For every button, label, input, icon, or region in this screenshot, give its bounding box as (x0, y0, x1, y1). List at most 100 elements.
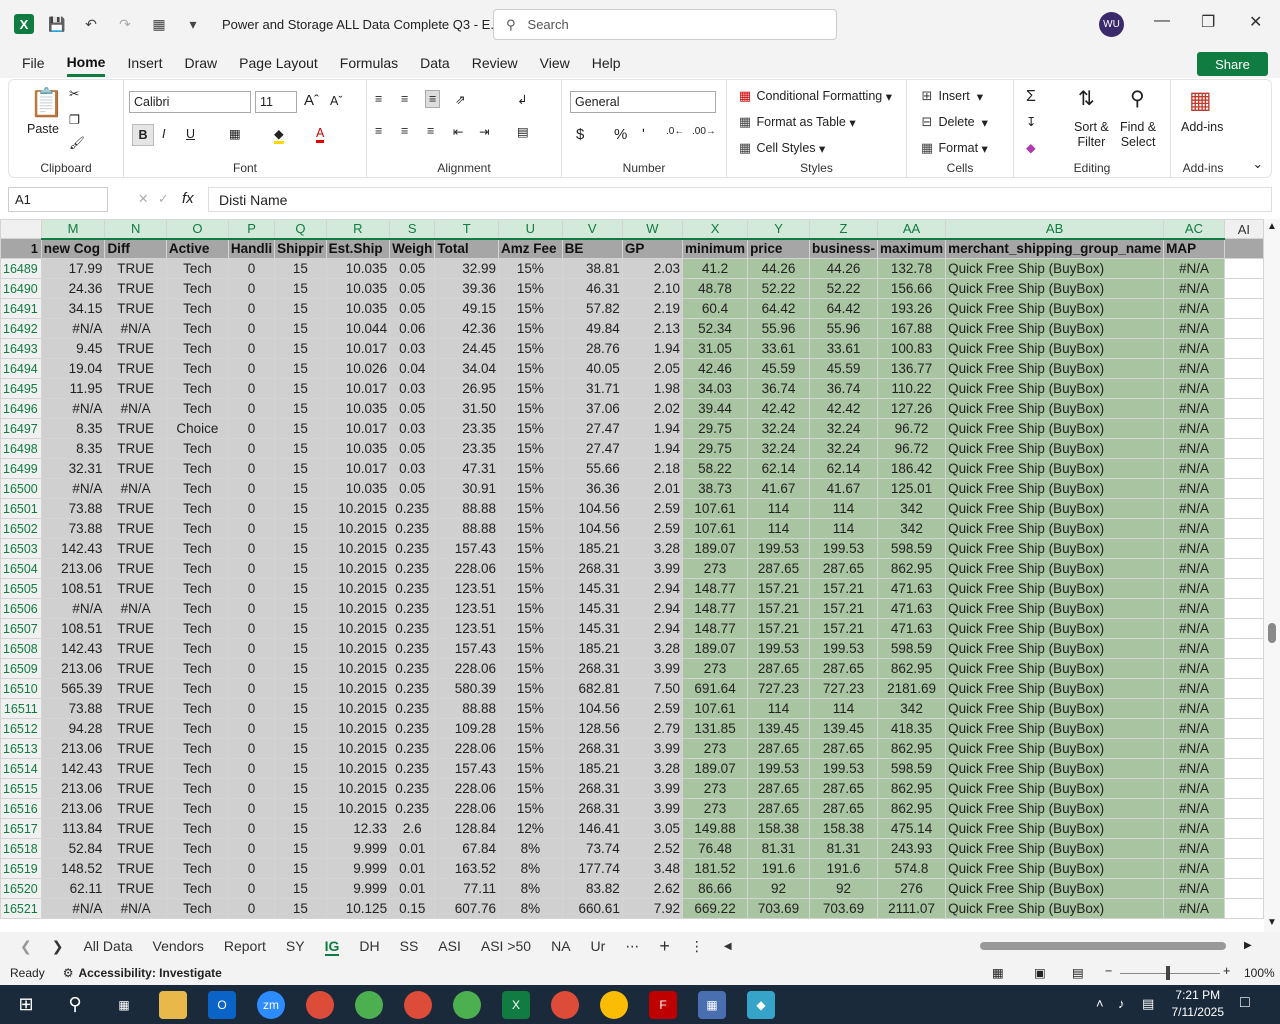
cell-new-cog[interactable]: #N/A (40, 398, 106, 419)
cell-business-price[interactable]: 62.14 (809, 458, 879, 479)
enter-icon[interactable]: ✓ (158, 191, 168, 206)
cell-est-ship[interactable]: 10.2015 (325, 798, 391, 819)
cell-handling[interactable]: 0 (227, 358, 276, 379)
orientation-icon[interactable]: ⇗ (455, 92, 465, 107)
cell-empty[interactable] (1223, 438, 1264, 459)
cell-merchant-shipping-group[interactable]: Quick Free Ship (BuyBox) (945, 758, 1165, 779)
cell-weight[interactable]: 0.04 (389, 358, 436, 379)
cell-minimum[interactable]: 181.52 (682, 858, 749, 879)
cell-amz-fee[interactable]: 15% (498, 778, 563, 799)
cell-be[interactable]: 46.31 (561, 278, 623, 299)
cell-diff[interactable]: TRUE (104, 858, 167, 879)
cell-price[interactable]: 114 (747, 518, 811, 539)
cell-minimum[interactable]: 41.2 (682, 258, 749, 279)
align-top-icon[interactable]: ≡ (375, 92, 382, 106)
cell-be[interactable]: 40.05 (561, 358, 623, 379)
cell-diff[interactable]: TRUE (104, 638, 167, 659)
cell-minimum[interactable]: 148.77 (682, 598, 749, 619)
cell-business-price[interactable]: 157.21 (809, 598, 879, 619)
zoom-slider[interactable] (1120, 973, 1220, 974)
scroll-down-icon[interactable]: ▼ (1267, 917, 1277, 928)
save-icon[interactable]: 💾 (46, 13, 68, 35)
cell-maximum[interactable]: 125.01 (877, 478, 947, 499)
scroll-up-icon[interactable]: ▲ (1267, 221, 1277, 232)
cell-weight[interactable]: 0.01 (389, 878, 436, 899)
cell-business-price[interactable]: 45.59 (809, 358, 879, 379)
cell-minimum[interactable]: 48.78 (682, 278, 749, 299)
cell-minimum[interactable]: 39.44 (682, 398, 749, 419)
cut-icon[interactable]: ✂ (69, 86, 79, 101)
cell-shipping[interactable]: 15 (274, 858, 327, 879)
cell-maximum[interactable]: 167.88 (877, 318, 947, 339)
bold-icon[interactable]: B (132, 124, 154, 146)
collapse-ribbon-icon[interactable]: ⌄ (1253, 156, 1263, 171)
add-sheet-icon[interactable]: + (659, 936, 670, 957)
conditional-formatting-button[interactable]: ▦ Conditional Formatting ▾ (737, 88, 892, 104)
cell-merchant-shipping-group[interactable]: Quick Free Ship (BuyBox) (945, 458, 1165, 479)
cell-active[interactable]: Tech (165, 398, 229, 419)
cell-merchant-shipping-group[interactable]: Quick Free Ship (BuyBox) (945, 498, 1165, 519)
cell-gp[interactable]: 3.99 (621, 778, 684, 799)
cell-maximum[interactable]: 110.22 (877, 378, 947, 399)
row-header[interactable]: 16521 (0, 898, 42, 919)
row-header[interactable]: 16492 (0, 318, 42, 339)
row-header[interactable]: 16511 (0, 698, 42, 719)
cell-empty[interactable] (1223, 298, 1264, 319)
cell-handling[interactable]: 0 (227, 518, 276, 539)
cell-new-cog[interactable]: 113.84 (40, 818, 106, 839)
hscroll-left-icon[interactable]: ◀ (724, 941, 732, 952)
cell-handling[interactable]: 0 (227, 798, 276, 819)
cell-total[interactable]: 163.52 (434, 858, 500, 879)
cell-amz-fee[interactable]: 15% (498, 658, 563, 679)
sheet-tab-vendors[interactable]: Vendors (153, 938, 204, 956)
cell-map[interactable]: #N/A (1163, 698, 1225, 719)
cell-weight[interactable]: 0.235 (389, 598, 436, 619)
cell-active[interactable]: Tech (165, 598, 229, 619)
format-cells-button[interactable]: ▦ Format ▾ (919, 140, 988, 156)
cell-gp[interactable]: 2.19 (621, 298, 684, 319)
cell-map[interactable]: #N/A (1163, 898, 1225, 919)
cell-active[interactable]: Tech (165, 678, 229, 699)
cell-price[interactable]: 33.61 (747, 338, 811, 359)
cell-empty[interactable] (1223, 658, 1264, 679)
sheet-tab-ig[interactable]: IG (324, 938, 340, 956)
cell-amz-fee[interactable]: 15% (498, 538, 563, 559)
number-format-combo[interactable]: General (570, 91, 716, 113)
align-right-icon[interactable]: ≡ (427, 124, 434, 138)
search-taskbar-icon[interactable]: ⚲ (61, 991, 89, 1019)
cell-be[interactable]: 73.74 (561, 838, 623, 859)
cell-weight[interactable]: 0.235 (389, 558, 436, 579)
cell-merchant-shipping-group[interactable]: Quick Free Ship (BuyBox) (945, 278, 1165, 299)
row-header[interactable]: 16493 (0, 338, 42, 359)
cell-price[interactable]: 158.38 (747, 818, 811, 839)
cell-merchant-shipping-group[interactable]: Quick Free Ship (BuyBox) (945, 838, 1165, 859)
row-header[interactable]: 16499 (0, 458, 42, 479)
row-header[interactable]: 16510 (0, 678, 42, 699)
prev-sheet-icon[interactable]: ❮ (20, 938, 32, 955)
cell-new-cog[interactable]: #N/A (40, 318, 106, 339)
cell-new-cog[interactable]: 73.88 (40, 698, 106, 719)
zoom-app-icon[interactable]: zm (257, 990, 285, 1019)
cell-maximum[interactable]: 862.95 (877, 738, 947, 759)
cell-weight[interactable]: 0.05 (389, 298, 436, 319)
cell-price[interactable]: 42.42 (747, 398, 811, 419)
cell-map[interactable]: #N/A (1163, 358, 1225, 379)
cell-shipping[interactable]: 15 (274, 338, 327, 359)
cell-shipping[interactable]: 15 (274, 438, 327, 459)
volume-icon[interactable]: ♪ (1118, 996, 1125, 1011)
cell-amz-fee[interactable]: 15% (498, 498, 563, 519)
cell-shipping[interactable]: 15 (274, 738, 327, 759)
cell-total[interactable]: 123.51 (434, 578, 500, 599)
cell-be[interactable]: 55.66 (561, 458, 623, 479)
cell-diff[interactable]: TRUE (104, 518, 167, 539)
cell-maximum[interactable]: 342 (877, 518, 947, 539)
cell-merchant-shipping-group[interactable]: Quick Free Ship (BuyBox) (945, 718, 1165, 739)
cell-maximum[interactable]: 96.72 (877, 418, 947, 439)
cell-maximum[interactable]: 574.8 (877, 858, 947, 879)
col-header[interactable]: AA (877, 219, 947, 240)
row-header[interactable]: 16504 (0, 558, 42, 579)
cell-be[interactable]: 128.56 (561, 718, 623, 739)
row-header[interactable]: 16502 (0, 518, 42, 539)
header-cell-diff[interactable]: Diff (104, 238, 167, 259)
cell-map[interactable]: #N/A (1163, 378, 1225, 399)
